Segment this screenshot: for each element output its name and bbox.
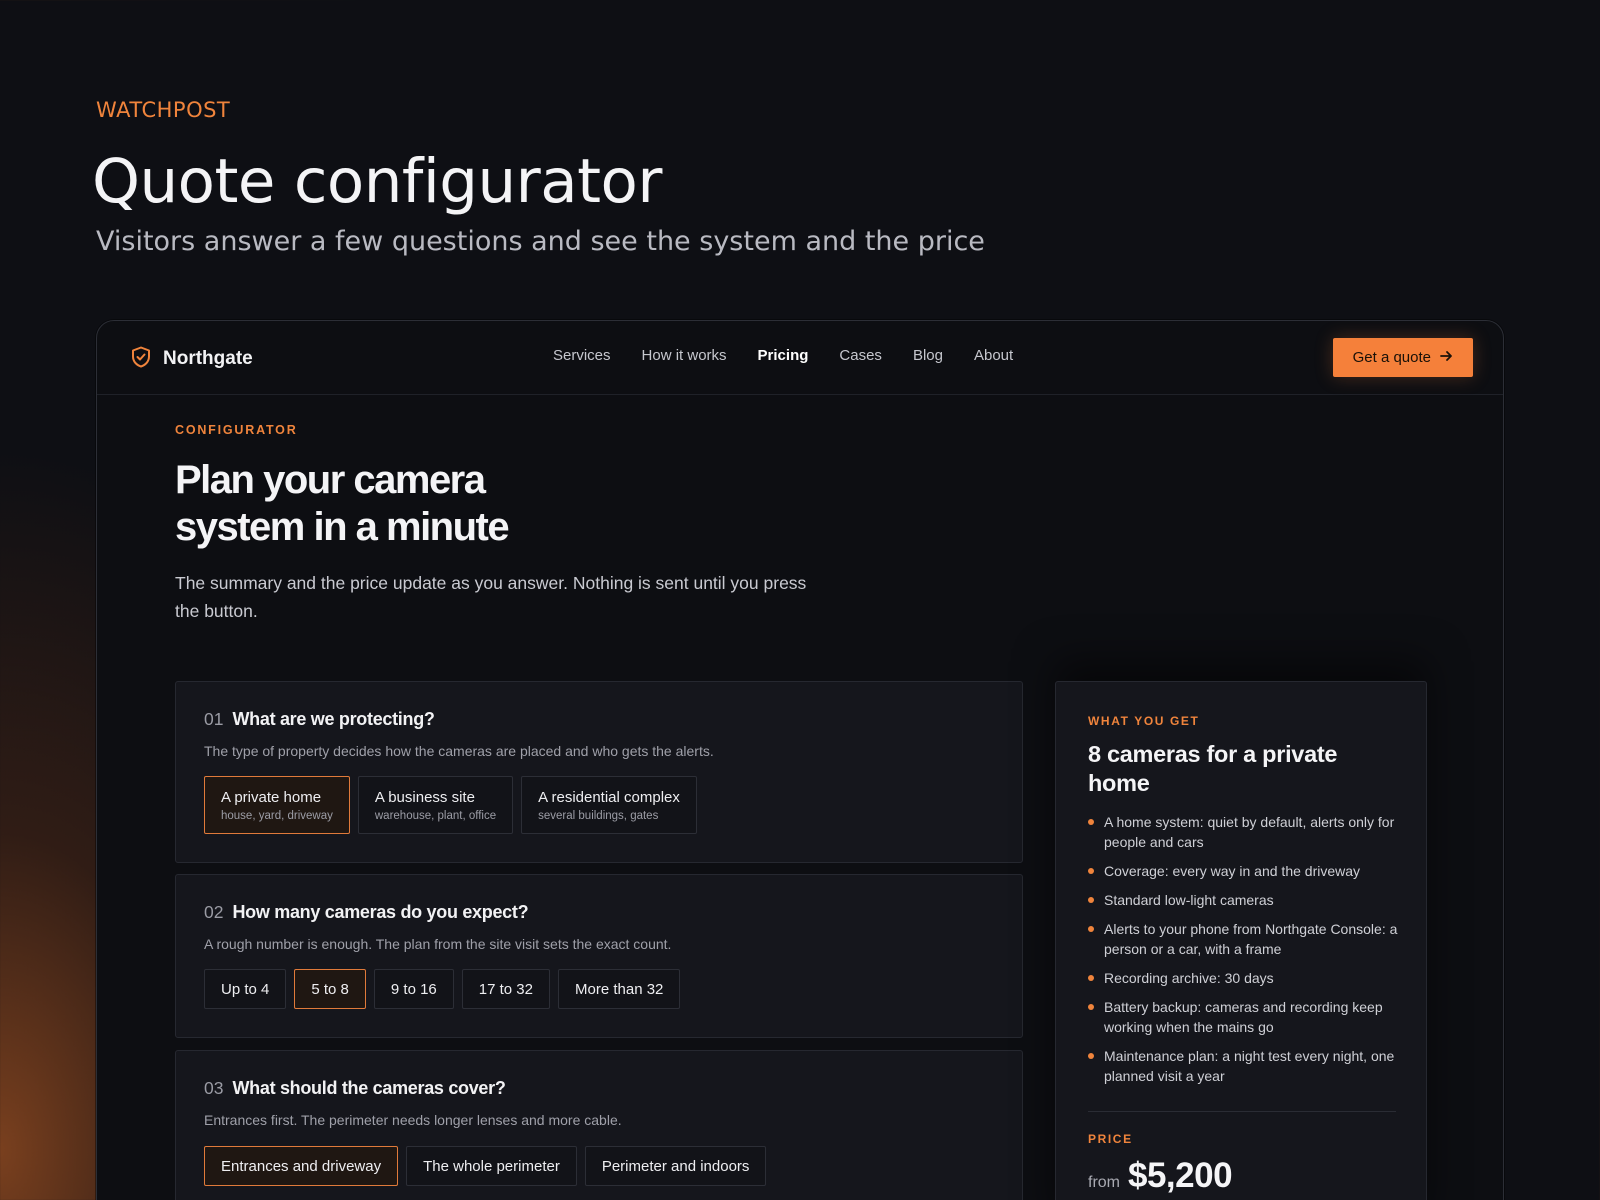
hero-title-line-2: system in a minute	[175, 505, 510, 549]
option-17-to-32[interactable]: 17 to 32	[461, 969, 550, 1009]
brand-name: Northgate	[163, 348, 253, 369]
summary-kicker: WHAT YOU GET	[1088, 714, 1200, 728]
question-title: How many cameras do you expect?	[232, 902, 529, 922]
question-number: 03	[204, 1078, 224, 1098]
question-hint: Entrances first. The perimeter needs lon…	[204, 1112, 622, 1128]
option-5-to-8[interactable]: 5 to 8	[294, 969, 366, 1009]
question-hint: A rough number is enough. The plan from …	[204, 936, 672, 952]
get-quote-label: Get a quote	[1352, 349, 1431, 366]
nav-link-cases[interactable]: Cases	[839, 347, 882, 364]
summary-item: Alerts to your phone from Northgate Cons…	[1088, 919, 1400, 959]
arrow-right-icon	[1439, 349, 1453, 367]
option-more-than-32[interactable]: More than 32	[558, 969, 681, 1009]
option-entrances-driveway[interactable]: Entrances and driveway	[204, 1146, 399, 1186]
option-group: Up to 4 5 to 8 9 to 16 17 to 32 More tha…	[204, 969, 681, 1009]
question-card-coverage: 03 What should the cameras cover? Entran…	[175, 1050, 1023, 1200]
hero-description: The summary and the price update as you …	[175, 573, 807, 621]
option-label: 17 to 32	[478, 980, 533, 998]
question-number: 01	[204, 709, 224, 729]
price-value: $5,200	[1128, 1156, 1233, 1195]
question-hint: The type of property decides how the cam…	[204, 743, 714, 759]
nav-link-blog[interactable]: Blog	[913, 347, 943, 364]
nav-link-about[interactable]: About	[974, 347, 1013, 364]
question-title: What are we protecting?	[232, 709, 435, 729]
option-label: More than 32	[575, 980, 664, 998]
option-label: The whole perimeter	[423, 1157, 560, 1175]
page-title: Quote configurator	[92, 146, 662, 217]
summary-title: 8 cameras for a private home	[1088, 741, 1338, 796]
question-header: 03 What should the cameras cover?	[204, 1078, 506, 1099]
hero-title-line-1: Plan your camera	[175, 458, 486, 502]
summary-item: Maintenance plan: a night test every nig…	[1088, 1046, 1400, 1086]
site-preview-frame: Northgate Services How it works Pricing …	[96, 320, 1504, 1200]
option-label: A private home	[221, 788, 322, 806]
page-eyebrow: WATCHPOST	[96, 98, 231, 122]
site-nav: Northgate Services How it works Pricing …	[97, 321, 1503, 395]
summary-divider	[1088, 1111, 1396, 1112]
price-from: from	[1088, 1174, 1120, 1191]
option-label: A business site	[374, 788, 475, 806]
question-card-property: 01 What are we protecting? The type of p…	[175, 681, 1023, 863]
option-label: Perimeter and indoors	[601, 1157, 750, 1175]
question-header: 02 How many cameras do you expect?	[204, 902, 529, 923]
option-private-home[interactable]: A private home house, yard, driveway	[204, 776, 350, 834]
option-label: 5 to 8	[311, 980, 349, 998]
option-perimeter-indoors[interactable]: Perimeter and indoors	[584, 1146, 767, 1186]
configurator-kicker: CONFIGURATOR	[175, 423, 298, 437]
option-9-to-16[interactable]: 9 to 16	[373, 969, 454, 1009]
summary-item: A home system: quiet by default, alerts …	[1088, 812, 1400, 852]
summary-list: A home system: quiet by default, alerts …	[1088, 812, 1400, 1095]
shield-check-icon	[129, 345, 153, 373]
question-title: What should the cameras cover?	[232, 1078, 506, 1098]
option-label: A residential complex	[538, 788, 680, 806]
hero-title: Plan your camera system in a minute	[175, 457, 655, 551]
nav-link-services[interactable]: Services	[553, 347, 611, 364]
page-subtitle: Visitors answer a few questions and see …	[96, 226, 985, 257]
summary-item: Coverage: every way in and the driveway	[1088, 861, 1400, 881]
option-sublabel: house, yard, driveway	[221, 809, 333, 822]
summary-panel: WHAT YOU GET 8 cameras for a private hom…	[1055, 681, 1427, 1200]
option-whole-perimeter[interactable]: The whole perimeter	[406, 1146, 577, 1186]
nav-links: Services How it works Pricing Cases Blog…	[553, 347, 1013, 364]
option-up-to-4[interactable]: Up to 4	[204, 969, 287, 1009]
price-row: from $5,200	[1088, 1156, 1233, 1196]
option-label: Entrances and driveway	[221, 1157, 382, 1175]
price-kicker: PRICE	[1088, 1132, 1133, 1146]
question-header: 01 What are we protecting?	[204, 709, 435, 730]
nav-link-how-it-works[interactable]: How it works	[642, 347, 727, 364]
summary-item: Battery backup: cameras and recording ke…	[1088, 997, 1400, 1037]
option-label: 9 to 16	[390, 980, 437, 998]
option-residential-complex[interactable]: A residential complex several buildings,…	[521, 776, 697, 834]
summary-item: Recording archive: 30 days	[1088, 968, 1400, 988]
get-quote-button[interactable]: Get a quote	[1332, 338, 1473, 377]
option-business-site[interactable]: A business site warehouse, plant, office	[357, 776, 514, 834]
option-sublabel: warehouse, plant, office	[374, 809, 497, 822]
option-group: A private home house, yard, driveway A b…	[204, 776, 697, 834]
question-card-camera-count: 02 How many cameras do you expect? A rou…	[175, 874, 1023, 1038]
summary-item: Standard low-light cameras	[1088, 890, 1400, 910]
option-label: Up to 4	[221, 980, 270, 998]
brand[interactable]: Northgate	[129, 345, 253, 373]
option-group: Entrances and driveway The whole perimet…	[204, 1146, 767, 1186]
option-sublabel: several buildings, gates	[538, 809, 659, 822]
nav-link-pricing[interactable]: Pricing	[758, 347, 809, 364]
question-number: 02	[204, 902, 224, 922]
